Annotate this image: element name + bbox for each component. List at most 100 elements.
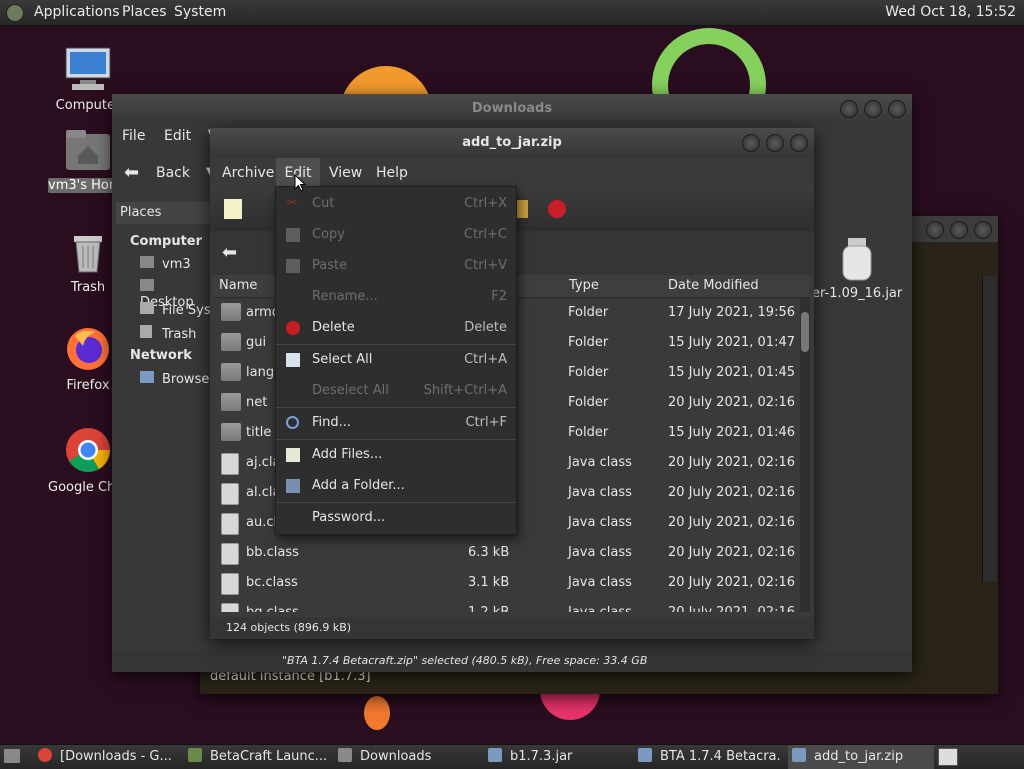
sidebar-item-vm3[interactable]: vm3	[140, 256, 191, 272]
menu-edit[interactable]: Edit	[164, 128, 191, 144]
table-row[interactable]: bg.class 1.2 kB Java class 20 July 2021, 02…	[213, 598, 800, 612]
cell-date: 20 July 2021, 02:16	[668, 485, 795, 500]
find-icon	[286, 416, 299, 429]
wallpaper-pink-blob	[540, 690, 600, 720]
menu-item-add-files[interactable]: Add Files...	[276, 440, 516, 470]
menu-item-delete[interactable]: Delete Delete	[276, 313, 516, 343]
column-name[interactable]: Name	[219, 278, 257, 293]
cell-date: 15 July 2021, 01:46	[668, 425, 795, 440]
archive-titlebar[interactable]: add_to_jar.zip	[210, 128, 814, 158]
cell-type: Java class	[568, 455, 632, 470]
cell-name: title	[246, 425, 272, 440]
desktop-icon	[140, 279, 154, 291]
cell-name: bg.class	[246, 605, 299, 612]
downloads-titlebar[interactable]: Downloads	[112, 94, 912, 124]
menu-file[interactable]: File	[122, 128, 145, 144]
table-row[interactable]: bb.class 6.3 kB Java class 20 July 2021, 02…	[213, 538, 800, 568]
file-jar[interactable]: er-1.09_16.jar	[812, 236, 902, 301]
menu-item-rename[interactable]: Rename... F2	[276, 282, 516, 312]
firefox-icon	[67, 328, 109, 370]
taskbar-item-downloads[interactable]: Downloads	[338, 745, 478, 769]
close-button[interactable]	[974, 221, 992, 239]
stop-icon[interactable]	[548, 200, 566, 218]
system-menu[interactable]: System	[174, 4, 226, 20]
home-folder-icon	[66, 130, 110, 170]
taskbar-item-betacraft[interactable]: BetaCraft Launc...	[188, 745, 330, 769]
jar-file-icon	[842, 238, 872, 281]
cell-type: Folder	[568, 365, 609, 380]
workspace-switcher[interactable]	[938, 748, 958, 766]
menu-archive[interactable]: Archive	[222, 165, 274, 181]
table-row[interactable]: bc.class 3.1 kB Java class 20 July 2021, 02…	[213, 568, 800, 598]
maximize-button[interactable]	[864, 100, 882, 118]
cell-type: Folder	[568, 395, 609, 410]
chrome-icon	[38, 748, 52, 762]
cell-type: Java class	[568, 515, 632, 530]
menu-item-deselect-all[interactable]: Deselect All Shift+Ctrl+A	[276, 376, 516, 406]
show-desktop-icon[interactable]	[4, 749, 20, 763]
cell-type: Java class	[568, 485, 632, 500]
drive-icon	[140, 302, 154, 314]
column-date[interactable]: Date Modified	[668, 278, 759, 293]
menu-help[interactable]: Help	[376, 165, 408, 181]
cell-type: Java class	[568, 575, 632, 590]
java-class-icon	[221, 573, 239, 595]
places-header[interactable]: Places	[116, 202, 212, 224]
archive-icon	[792, 748, 806, 762]
menu-item-copy[interactable]: Copy Ctrl+C	[276, 220, 516, 250]
downloads-statusbar: "BTA 1.7.4 Betacraft.zip" selected (480.…	[112, 650, 912, 672]
taskbar-item-chrome[interactable]: [Downloads - G...	[38, 745, 178, 769]
places-menu[interactable]: Places	[122, 4, 167, 20]
cell-date: 15 July 2021, 01:45	[668, 365, 795, 380]
folder-icon	[221, 333, 241, 351]
trash-icon	[74, 236, 102, 273]
menu-item-paste[interactable]: Paste Ctrl+V	[276, 251, 516, 281]
menu-item-password[interactable]: Password...	[276, 503, 516, 533]
menu-item-find[interactable]: Find... Ctrl+F	[276, 408, 516, 438]
top-panel: Applications Places System Wed Oct 18, 1…	[0, 0, 1024, 26]
minimize-button[interactable]	[926, 221, 944, 239]
maximize-button[interactable]	[950, 221, 968, 239]
minimize-button[interactable]	[742, 134, 760, 152]
applications-menu[interactable]: Applications	[34, 4, 120, 20]
mouse-cursor-icon	[294, 174, 306, 192]
folder-icon	[221, 423, 241, 441]
file-list-scrollbar[interactable]	[800, 298, 810, 612]
delete-icon	[286, 321, 300, 335]
places-sidebar: Computer vm3 Desktop File System Trash N…	[112, 230, 268, 530]
scrollbar-thumb[interactable]	[801, 312, 809, 352]
close-button[interactable]	[888, 100, 906, 118]
maximize-button[interactable]	[766, 134, 784, 152]
menu-item-cut[interactable]: ✂ Cut Ctrl+X	[276, 189, 516, 219]
archive-icon	[488, 748, 502, 762]
menu-item-add-folder[interactable]: Add a Folder...	[276, 471, 516, 501]
folder-icon	[221, 303, 241, 321]
folder-icon	[221, 393, 241, 411]
java-class-icon	[221, 603, 239, 612]
menu-view[interactable]: View	[329, 165, 362, 181]
sidebar-heading-network: Network	[130, 348, 192, 363]
copy-icon	[286, 228, 300, 242]
java-class-icon	[221, 483, 239, 505]
taskbar-item-add-to-jar[interactable]: add_to_jar.zip	[788, 745, 934, 769]
menu-item-select-all[interactable]: Select All Ctrl+A	[276, 345, 516, 375]
close-button[interactable]	[790, 134, 808, 152]
folder-icon	[221, 363, 241, 381]
sidebar-heading-computer: Computer	[130, 234, 203, 249]
launcher-scrollbar[interactable]	[982, 276, 997, 582]
cell-size: 6.3 kB	[468, 545, 510, 560]
taskbar-item-bta-zip[interactable]: BTA 1.7.4 Betacra...	[638, 745, 782, 769]
back-arrow-icon[interactable]: ⬅	[222, 242, 237, 263]
column-type[interactable]: Type	[569, 278, 599, 293]
distro-logo-icon[interactable]	[6, 4, 24, 22]
cell-size: 1.2 kB	[468, 605, 509, 612]
back-button[interactable]: ⬅ Back ▼	[120, 160, 214, 186]
new-archive-icon[interactable]	[224, 199, 242, 219]
taskbar-item-b173-jar[interactable]: b1.7.3.jar	[488, 745, 628, 769]
cell-date: 15 July 2021, 01:47	[668, 335, 795, 350]
minimize-button[interactable]	[840, 100, 858, 118]
clock[interactable]: Wed Oct 18, 15:52	[885, 4, 1016, 20]
java-class-icon	[221, 513, 239, 535]
betacraft-icon	[188, 748, 202, 762]
sidebar-item-trash[interactable]: Trash	[140, 325, 196, 342]
